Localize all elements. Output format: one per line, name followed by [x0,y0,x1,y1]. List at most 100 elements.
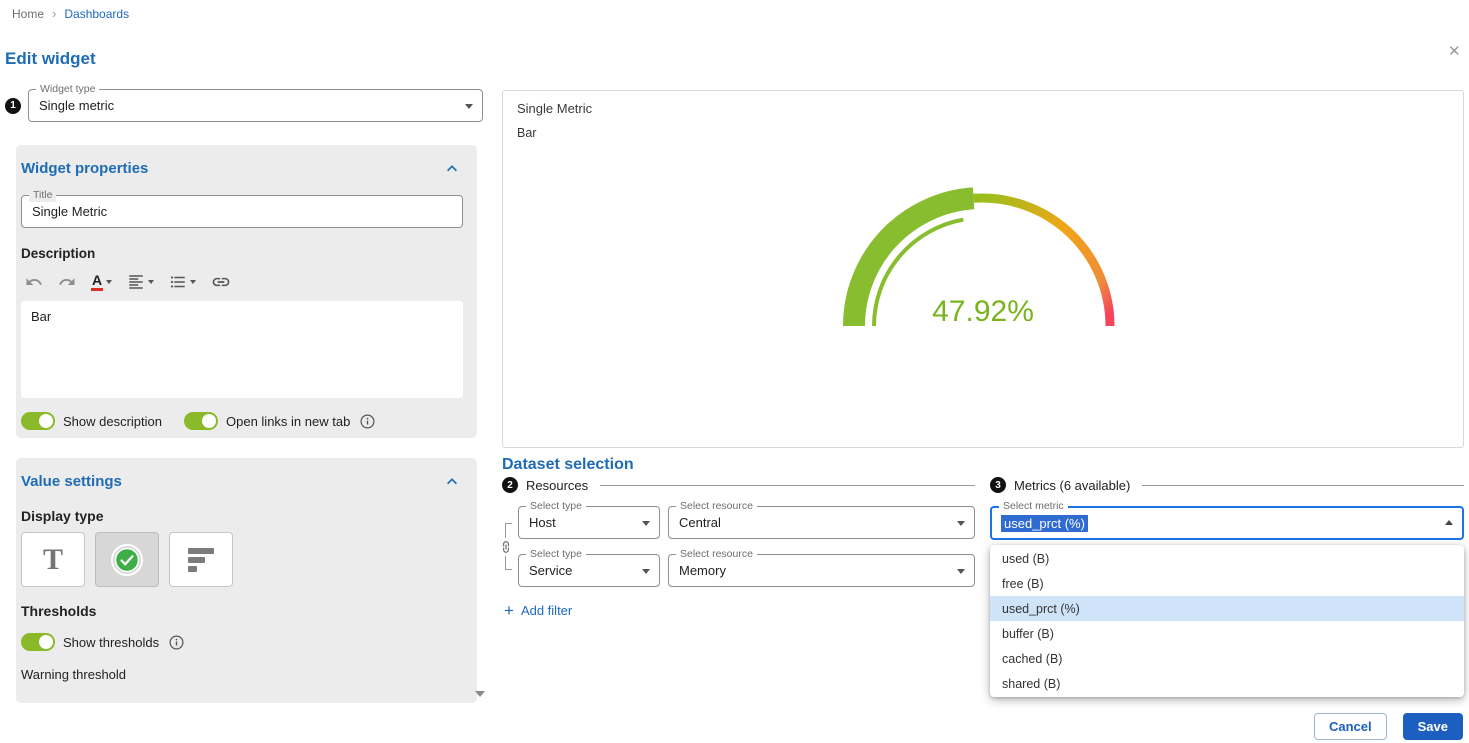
add-filter-button[interactable]: + Add filter [504,602,975,619]
undo-icon [25,273,43,291]
description-editor[interactable]: Bar [21,301,463,398]
select-resource-value: Memory [679,563,726,578]
select-type-value: Host [529,515,556,530]
resource-select-2[interactable]: Select resource Memory [668,554,975,587]
step-2-badge: 2 [502,477,518,493]
info-icon [360,414,375,429]
widget-type-row: 1 Widget type Single metric [5,89,483,122]
select-type-value: Service [529,563,572,578]
select-metric-label: Select metric [999,500,1068,513]
resources-section: 2 Resources Select type Host Select reso… [502,477,975,619]
scroll-down-arrow[interactable] [475,691,485,697]
cancel-button[interactable]: Cancel [1314,713,1387,740]
redo-button[interactable] [54,271,80,293]
title-field-label: Title [29,189,56,202]
resource-type-select-2[interactable]: Select type Service [518,554,660,587]
value-settings-panel: Value settings Display type T Thresholds… [16,458,477,703]
chevron-up-icon [442,158,462,178]
plus-icon: + [504,602,514,619]
text-display-icon: T [43,545,63,575]
thresholds-info-button[interactable] [169,635,184,650]
warning-threshold-label: Warning threshold [21,667,463,682]
link-icon [211,272,231,292]
title-field-wrap: Title [21,195,463,228]
redo-icon [58,273,76,291]
display-type-text-button[interactable]: T [21,532,85,587]
display-type-bar-button[interactable] [169,532,233,587]
display-type-gauge-button[interactable] [95,532,159,587]
chevron-down-icon [957,521,965,526]
footer-actions: Cancel Save [1314,713,1463,740]
save-button[interactable]: Save [1403,713,1463,740]
bulleted-list-icon [169,273,187,291]
metrics-label: Metrics (6 available) [1014,478,1130,493]
chevron-down-icon [106,280,112,284]
widget-properties-panel: Widget properties Title Description A [16,145,477,438]
info-icon [169,635,184,650]
widget-preview-panel: Single Metric Bar 47.92% [502,90,1464,448]
align-left-icon [127,273,145,291]
collapse-value-settings-button[interactable] [441,470,463,492]
breadcrumb-dashboards[interactable]: Dashboards [64,7,129,21]
resource-select-1[interactable]: Select resource Central [668,506,975,539]
show-thresholds-label: Show thresholds [63,635,159,650]
description-label: Description [21,246,463,261]
breadcrumb-home[interactable]: Home [12,7,44,21]
add-filter-label: Add filter [521,603,572,618]
select-resource-label: Select resource [676,500,757,513]
metric-select[interactable]: Select metric used_prct (%) [990,506,1464,540]
open-links-toggle[interactable] [184,412,218,430]
metric-option[interactable]: shared (B) [990,671,1464,696]
step-1-badge: 1 [5,98,21,114]
metric-option[interactable]: used_prct (%) [990,596,1464,621]
widget-type-value: Single metric [39,98,114,113]
link-button[interactable] [207,271,235,293]
metric-option[interactable]: free (B) [990,571,1464,596]
text-color-icon: A [91,273,103,291]
resources-label: Resources [526,478,588,493]
collapse-widget-properties-button[interactable] [441,157,463,179]
list-button[interactable] [165,271,200,293]
select-type-label: Select type [526,500,586,513]
preview-description: Bar [517,126,1449,140]
show-description-toggle[interactable] [21,412,55,430]
open-links-label: Open links in new tab [226,414,350,429]
display-type-buttons: T [21,532,463,587]
breadcrumb-separator-icon: › [52,6,56,21]
resource-type-select-1[interactable]: Select type Host [518,506,660,539]
breadcrumb: Home › Dashboards [12,6,129,21]
open-links-info-button[interactable] [360,414,375,429]
metric-option[interactable]: buffer (B) [990,621,1464,646]
select-resource-value: Central [679,515,721,530]
chevron-up-icon [442,471,462,491]
display-type-label: Display type [21,508,463,524]
chevron-down-icon [148,280,154,284]
undo-button[interactable] [21,271,47,293]
show-thresholds-toggle[interactable] [21,633,55,651]
preview-title: Single Metric [517,101,1449,116]
step-3-badge: 3 [990,477,1006,493]
bar-chart-icon [188,548,214,572]
chevron-up-icon [1445,520,1453,525]
show-description-label: Show description [63,414,162,429]
gauge-value-text: 47.92% [932,295,1034,328]
text-color-button[interactable]: A [87,271,116,293]
widget-type-label: Widget type [36,83,99,96]
dataset-selection-heading: Dataset selection [502,456,634,474]
thresholds-label: Thresholds [21,603,463,619]
chevron-down-icon [190,280,196,284]
chevron-down-icon [465,104,473,109]
metric-option[interactable]: used (B) [990,546,1464,571]
value-settings-heading: Value settings [21,473,122,490]
page-title: Edit widget [5,49,96,69]
divider [1142,485,1464,486]
chevron-down-icon [957,569,965,574]
resource-row: Select type Host Select resource Central [518,506,975,539]
select-type-label: Select type [526,548,586,561]
metric-option[interactable]: cached (B) [990,646,1464,671]
close-button[interactable]: ✕ [1448,44,1461,59]
widget-type-select[interactable]: Widget type Single metric [28,89,483,122]
select-resource-label: Select resource [676,548,757,561]
title-input[interactable] [22,204,462,219]
align-button[interactable] [123,271,158,293]
